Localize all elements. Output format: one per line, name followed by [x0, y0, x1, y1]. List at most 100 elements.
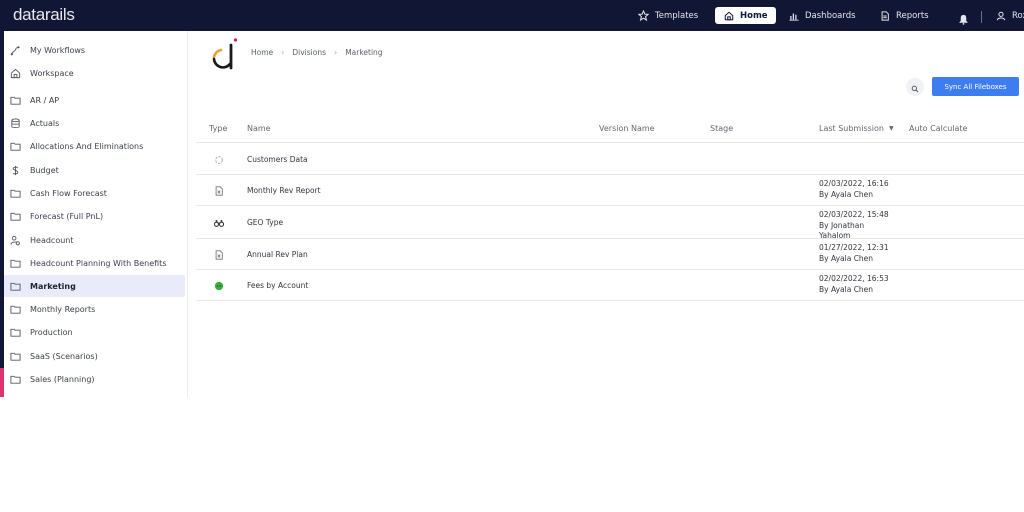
folder-icon [10, 211, 21, 222]
row-last-submission: 01/27/2022, 12:31 By Ayala Chen [819, 243, 889, 264]
submission-author: By Jonathan [819, 220, 865, 230]
column-version-name[interactable]: Version Name [599, 124, 655, 133]
breadcrumb: Home › Divisions › Marketing [251, 48, 383, 57]
sidebar-item-label: Actuals [30, 118, 60, 128]
table-row[interactable]: Customers Data [196, 144, 1024, 175]
table-header: Type Name Version Name Stage Last Submis… [196, 115, 1024, 143]
row-last-submission: 02/03/2022, 16:16 By Ayala Chen [819, 179, 889, 200]
search-icon [911, 78, 919, 97]
row-name[interactable]: Fees by Account [247, 281, 308, 290]
sidebar-item-forecast-full-pnl[interactable]: Forecast (Full PnL) [4, 205, 185, 227]
row-name[interactable]: GEO Type [247, 218, 283, 227]
nav-dashboards-label: Dashboards [805, 10, 856, 21]
nav-templates[interactable]: Templates [630, 7, 706, 24]
folder-icon [10, 351, 21, 362]
sidebar-item-label: Headcount [30, 235, 74, 245]
people-icon [10, 235, 21, 246]
folder-icon [10, 95, 21, 106]
sidebar-item-ar-ap[interactable]: AR / AP [4, 89, 185, 111]
folder-icon [10, 258, 21, 269]
sidebar-item-label: AR / AP [30, 95, 60, 105]
dollar-icon [10, 165, 21, 176]
datarails-brand-mark-icon [212, 38, 238, 70]
sidebar-item-label: Budget [30, 165, 59, 175]
nav-home[interactable]: Home [715, 7, 776, 24]
excel-file-icon [214, 185, 224, 196]
document-icon [879, 10, 890, 21]
sidebar-item-actuals[interactable]: Actuals [4, 112, 185, 134]
sidebar-item-headcount[interactable]: Headcount [4, 229, 185, 251]
nav-reports[interactable]: Reports [871, 7, 937, 24]
submission-date: 02/03/2022, 16:16 [819, 179, 889, 188]
sidebar-item-sales-planning[interactable]: Sales (Planning) [4, 368, 185, 390]
sidebar-item-saas-scenarios[interactable]: SaaS (Scenarios) [4, 345, 185, 367]
table-row[interactable]: Annual Rev Plan 01/27/2022, 12:31 By Ayala… [196, 239, 1024, 270]
user-name: Roxa [1012, 10, 1024, 21]
sort-descending-icon[interactable]: ▼ [889, 125, 894, 132]
breadcrumb-separator: › [281, 48, 285, 57]
sidebar-item-label: Workspace [30, 68, 74, 78]
row-name[interactable]: Monthly Rev Report [247, 186, 321, 195]
column-stage[interactable]: Stage [710, 124, 733, 133]
nav-templates-label: Templates [655, 10, 699, 21]
row-name[interactable]: Annual Rev Plan [247, 250, 308, 259]
home-icon [10, 68, 21, 79]
sidebar-item-production[interactable]: Production [4, 321, 185, 343]
sidebar-item-label: Marketing [30, 281, 76, 291]
row-last-submission: 02/02/2022, 16:53 By Ayala Chen [819, 274, 889, 295]
sidebar-item-label: Production [30, 327, 73, 337]
sidebar-item-headcount-planning-with-benefits[interactable]: Headcount Planning With Benefits [4, 252, 185, 274]
column-name[interactable]: Name [247, 124, 271, 133]
table-row[interactable]: Monthly Rev Report 02/03/2022, 16:16 By Ay… [196, 175, 1024, 206]
search-button[interactable] [906, 78, 924, 96]
breadcrumb-separator: › [333, 48, 338, 57]
user-menu[interactable]: Roxa [987, 7, 1024, 24]
submission-author: By Ayala Chen [819, 284, 874, 294]
submission-author: By Ayala Chen [819, 189, 874, 199]
bar-chart-icon [788, 10, 799, 21]
sidebar-item-workspace[interactable]: Workspace [4, 62, 185, 84]
column-last-submission-label: Last Submission [819, 124, 884, 133]
sidebar-item-label: Cash Flow Forecast [30, 188, 107, 198]
row-last-submission: 02/03/2022, 15:48 By Jonathan Yahalom [819, 210, 889, 242]
binoculars-icon [214, 218, 224, 228]
sidebar-item-monthly-reports[interactable]: Monthly Reports [4, 298, 185, 320]
sidebar-item-label: Headcount Planning With Benefits [30, 258, 167, 268]
excel-file-icon [214, 249, 224, 260]
submission-date: 02/03/2022, 15:48 [819, 210, 889, 219]
sidebar-item-cash-flow-forecast[interactable]: Cash Flow Forecast [4, 182, 185, 204]
submission-date: 02/02/2022, 16:53 [819, 274, 889, 283]
sync-all-fileboxes-button[interactable]: Sync All Fileboxes [932, 77, 1019, 96]
column-auto-calculate[interactable]: Auto Calculate [909, 124, 967, 133]
folder-icon [10, 141, 21, 152]
breadcrumb-divisions[interactable]: Divisions [292, 48, 326, 57]
nav-home-label: Home [740, 10, 768, 21]
folder-icon [10, 327, 21, 338]
sidebar-item-label: Sales (Planning) [30, 374, 95, 384]
sidebar-item-label: Forecast (Full PnL) [30, 211, 104, 221]
loading-icon [214, 155, 224, 165]
submission-date: 01/27/2022, 12:31 [819, 243, 889, 252]
table-row[interactable]: GEO Type 02/03/2022, 15:48 By Jonathan Yaha… [196, 206, 1024, 242]
table-row[interactable]: Fees by Account 02/02/2022, 16:53 By Ayala… [196, 270, 1024, 301]
sidebar-item-label: Monthly Reports [30, 304, 96, 314]
main-content: Home › Divisions › Marketing Sync All Fi… [188, 31, 1024, 397]
bell-icon[interactable] [958, 10, 969, 29]
sidebar-item-allocations-and-eliminations[interactable]: Allocations And Eliminations [4, 135, 185, 157]
sidebar: My Workflows Workspace AR / AP Actuals Alloc… [4, 31, 188, 397]
home-icon [723, 10, 734, 21]
column-last-submission[interactable]: Last Submission ▼ [819, 124, 894, 133]
submission-author: By Ayala Chen [819, 253, 874, 263]
breadcrumb-home[interactable]: Home [251, 48, 273, 57]
sidebar-item-label: My Workflows [30, 45, 86, 55]
workflow-icon [10, 45, 21, 56]
sidebar-item-my-workflows[interactable]: My Workflows [4, 39, 185, 61]
top-navigation-bar: datarails Templates Home Dashboards Repo… [0, 0, 1024, 31]
folder-icon [10, 374, 21, 385]
sidebar-item-marketing[interactable]: Marketing [4, 275, 185, 297]
row-name[interactable]: Customers Data [247, 155, 308, 164]
sidebar-item-budget[interactable]: Budget [4, 159, 185, 181]
datarails-logo[interactable]: datarails [13, 5, 75, 25]
nav-dashboards[interactable]: Dashboards [780, 7, 864, 24]
breadcrumb-marketing[interactable]: Marketing [345, 48, 382, 57]
